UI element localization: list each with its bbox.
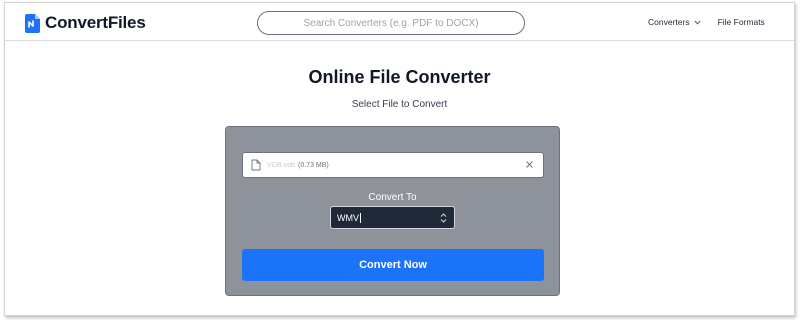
main-nav: Converters File Formats (648, 17, 765, 27)
nav-converters[interactable]: Converters (648, 17, 701, 27)
page-title: Online File Converter (308, 67, 491, 87)
convert-to-label: Convert To (368, 192, 417, 203)
nav-file-formats-label: File Formats (717, 17, 765, 27)
brand-name: ConvertFiles (45, 13, 146, 32)
format-select[interactable]: WMV (330, 206, 455, 229)
nav-converters-label: Converters (648, 17, 690, 27)
file-size: (0.73 MB) (298, 161, 329, 169)
convert-now-button[interactable]: Convert Now (242, 249, 544, 281)
text-cursor (360, 212, 361, 223)
top-navigation-bar: ConvertFiles Converters File Formats (5, 3, 794, 41)
selected-file-row: VOB.vob (0.73 MB) (242, 152, 544, 178)
converter-panel: VOB.vob (0.73 MB) Convert To WMV Convert… (225, 126, 560, 296)
search-input[interactable] (258, 12, 524, 34)
brand-logo[interactable]: ConvertFiles (25, 13, 146, 33)
logo-icon (25, 13, 40, 33)
search-box[interactable] (257, 11, 525, 35)
file-icon (251, 159, 261, 171)
file-name: VOB.vob (267, 161, 296, 169)
sort-arrows-icon (440, 213, 447, 223)
nav-file-formats[interactable]: File Formats (718, 17, 765, 27)
close-icon[interactable] (525, 160, 534, 169)
chevron-down-icon (694, 20, 701, 25)
selected-format: WMV (337, 212, 359, 223)
app-window: ConvertFiles Converters File Formats Onl… (4, 2, 795, 316)
page-subtitle: Select File to Convert (351, 99, 448, 110)
